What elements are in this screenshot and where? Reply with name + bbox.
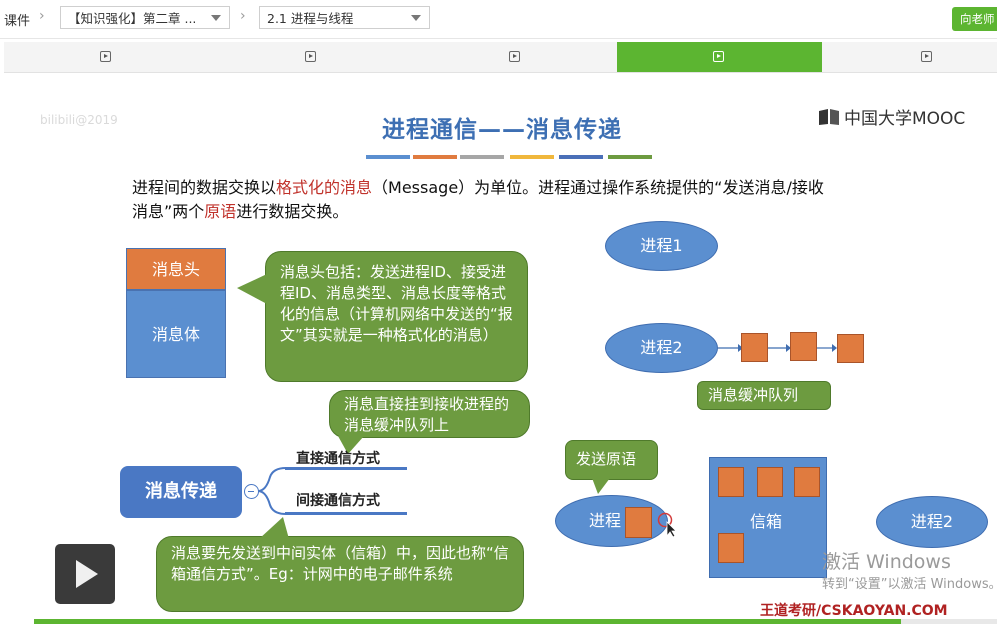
callout-header-info: 消息头包括：发送进程ID、接受进程ID、消息类型、消息长度等格式化的信息（计算机… [265,251,528,382]
chevron-down-icon [411,15,421,21]
intro-text: 消息”两个 [132,202,205,221]
video-tab-4-active[interactable] [617,42,822,72]
video-icon [305,51,316,62]
video-tab-5[interactable] [822,42,997,72]
activate-windows-title: 激活 Windows [822,551,951,573]
slide-title: 进程通信——消息传递 [382,117,622,143]
mailbox-message-block [757,467,783,497]
intro-text: 进程间的数据交换以 [132,178,277,197]
video-tab-1[interactable] [4,42,209,72]
branch-direct-label: 直接通信方式 [296,451,380,467]
intro-text: 进行数据交换。 [236,202,349,221]
mailbox-label: 信箱 [750,512,783,531]
activate-windows-subtitle: 转到“设置”以激活 Windows。 [822,577,997,592]
mooc-logo: 中国大学MOOC [818,104,965,129]
breadcrumb-courseware[interactable]: 课件 [4,10,30,29]
intro-highlight: 格式化的消息 [276,178,373,197]
site-credit: 王道考研/CSKAOYAN.COM [760,603,948,619]
cursor-pointer-icon [657,512,677,538]
video-icon [713,51,724,62]
chevron-right-icon: › [240,8,246,24]
chapter-dropdown-value: 【知识强化】第二章 ... [68,11,197,26]
video-progress-fill [34,619,901,624]
send-primitive-label: 发送原语 [565,440,658,480]
video-progress-bar[interactable] [34,619,997,624]
mooc-logo-text: 中国大学MOOC [844,109,966,129]
chapter-dropdown[interactable]: 【知识强化】第二章 ... [60,6,230,29]
outgoing-message-block [625,507,652,538]
intro-paragraph: 进程间的数据交换以格式化的消息（Message）为单位。进程通过操作系统提供的“… [132,176,932,224]
title-underline-bar [366,155,410,159]
title-underline-bar [460,155,504,159]
callout-indirect-info: 消息要先发送到中间实体（信箱）中，因此也称“信箱通信方式”。Eg：计网中的电子邮… [156,536,524,612]
message-header-box: 消息头 [126,248,226,290]
queue-message-block [741,333,768,362]
queue-message-block [837,334,864,363]
callout-tail [592,478,610,494]
branch-underline [285,467,407,470]
collapse-icon[interactable] [244,484,259,499]
branch-indirect-label: 间接通信方式 [296,493,380,509]
video-icon [921,51,932,62]
process1-ellipse: 进程1 [605,221,718,271]
callout-tail [237,274,267,304]
title-underline-bar [510,155,554,159]
video-tab-strip [4,42,997,73]
title-underline-bar [608,155,652,159]
book-icon [818,108,840,126]
video-icon [509,51,520,62]
chevron-down-icon [211,15,221,21]
callout-tail [259,517,289,539]
callout-direct-info: 消息直接挂到接收进程的消息缓冲队列上 [329,390,530,438]
video-tab-3[interactable] [413,42,618,72]
video-icon [100,51,111,62]
section-dropdown-value: 2.1 进程与线程 [267,11,354,26]
intro-text: （Message）为单位。进程通过操作系统提供的“发送消息/接收 [372,178,824,197]
mailbox-message-block [718,467,744,497]
branch-underline [285,512,407,515]
title-underline-bar [413,155,457,159]
intro-highlight: 原语 [204,202,237,221]
branch-connector [258,467,287,515]
mailbox-message-block [718,533,744,563]
queue-arrows [718,344,837,352]
mailbox-message-block [794,467,820,497]
video-tab-2[interactable] [209,42,414,72]
queue-label: 消息缓冲队列 [697,381,831,410]
receiver-process-ellipse: 进程2 [876,496,988,548]
section-dropdown[interactable]: 2.1 进程与线程 [259,6,430,29]
title-underline-bar [559,155,603,159]
ask-teacher-button[interactable]: 向老师 [952,7,997,31]
queue-message-block [790,332,817,361]
message-passing-node: 消息传递 [120,466,242,518]
process2-ellipse: 进程2 [605,323,718,373]
play-icon[interactable] [55,544,115,604]
watermark-text: bilibili@2019 [40,113,118,127]
mailbox: 信箱 [709,457,827,578]
chevron-right-icon: › [39,8,45,24]
message-body-box: 消息体 [126,290,226,378]
